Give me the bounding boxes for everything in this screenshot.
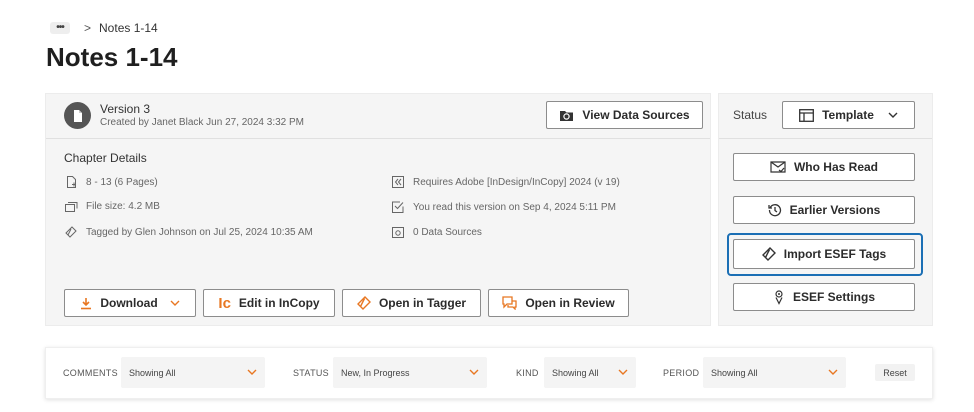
folder-link-icon [559, 109, 574, 122]
chevron-down-icon [888, 112, 898, 118]
open-in-review-button[interactable]: Open in Review [488, 289, 629, 317]
chevron-down-icon [247, 367, 257, 377]
file-size-meta: File size: 4.2 MB [64, 201, 160, 212]
reset-filters-button[interactable]: Reset [875, 364, 915, 381]
pages-meta: 8 - 13 (6 Pages) [64, 176, 158, 188]
data-source-icon [391, 226, 405, 238]
copy-icon [64, 201, 78, 212]
download-icon [80, 297, 92, 310]
page-icon [64, 176, 78, 188]
breadcrumb: ••• > Notes 1-14 [50, 20, 158, 36]
tagger-icon [356, 296, 371, 310]
breadcrumb-separator: > [84, 21, 92, 35]
period-filter-label: PERIOD [663, 368, 700, 378]
kind-filter-select[interactable]: Showing All [544, 357, 636, 388]
divider [719, 138, 932, 139]
breadcrumb-more-button[interactable]: ••• [50, 22, 70, 34]
document-icon [64, 102, 91, 129]
earlier-versions-button[interactable]: Earlier Versions [733, 196, 915, 224]
tag-icon [64, 226, 78, 238]
document-details-panel: Version 3 Created by Janet Black Jun 27,… [45, 93, 711, 326]
view-data-sources-button[interactable]: View Data Sources [546, 101, 703, 129]
history-icon [767, 203, 782, 217]
calendar-icon [799, 108, 815, 122]
who-has-read-button[interactable]: Who Has Read [733, 153, 915, 181]
chevron-down-icon [618, 367, 628, 377]
chapter-details-title: Chapter Details [64, 151, 147, 165]
chevron-down-icon [828, 367, 838, 377]
review-comment-icon [502, 296, 517, 310]
download-button[interactable]: Download [64, 289, 196, 317]
version-created-by: Created by Janet Black Jun 27, 2024 3:32… [100, 117, 305, 128]
requires-meta: Requires Adobe [InDesign/InCopy] 2024 (v… [391, 176, 620, 188]
kind-filter-label: KIND [516, 368, 539, 378]
comments-filter-label: COMMENTS [63, 368, 118, 378]
status-panel: Status Template Who Has Read Earlier Ver… [718, 93, 933, 326]
breadcrumb-current[interactable]: Notes 1-14 [99, 21, 158, 35]
comments-filter-bar: COMMENTS Showing All STATUS New, In Prog… [45, 347, 933, 399]
chevron-down-icon [170, 300, 180, 306]
divider [46, 138, 710, 139]
esef-settings-button[interactable]: ESEF Settings [733, 283, 915, 311]
read-meta: You read this version on Sep 4, 2024 5:1… [391, 201, 616, 213]
open-in-tagger-button[interactable]: Open in Tagger [342, 289, 481, 317]
incopy-icon: Ic [218, 294, 231, 312]
import-esef-tags-button[interactable]: Import ESEF Tags [733, 239, 915, 269]
status-filter-label: STATUS [293, 368, 329, 378]
version-title: Version 3 [100, 102, 151, 116]
data-sources-meta: 0 Data Sources [391, 226, 482, 238]
period-filter-select[interactable]: Showing All [703, 357, 846, 388]
checkbox-icon [391, 201, 405, 213]
status-label: Status [733, 108, 768, 122]
edit-in-incopy-button[interactable]: Ic Edit in InCopy [203, 289, 335, 317]
status-filter-select[interactable]: New, In Progress [333, 357, 487, 388]
page-title: Notes 1-14 [46, 42, 178, 72]
view-data-sources-label: View Data Sources [582, 108, 690, 122]
tag-icon [761, 247, 776, 261]
settings-tag-icon [773, 289, 785, 305]
comments-filter-select[interactable]: Showing All [121, 357, 265, 388]
incopy-small-icon [391, 176, 405, 188]
chevron-down-icon [469, 367, 479, 377]
mail-check-icon [770, 161, 786, 173]
tagged-meta: Tagged by Glen Johnson on Jul 25, 2024 1… [64, 226, 313, 238]
status-select[interactable]: Template [782, 101, 915, 129]
